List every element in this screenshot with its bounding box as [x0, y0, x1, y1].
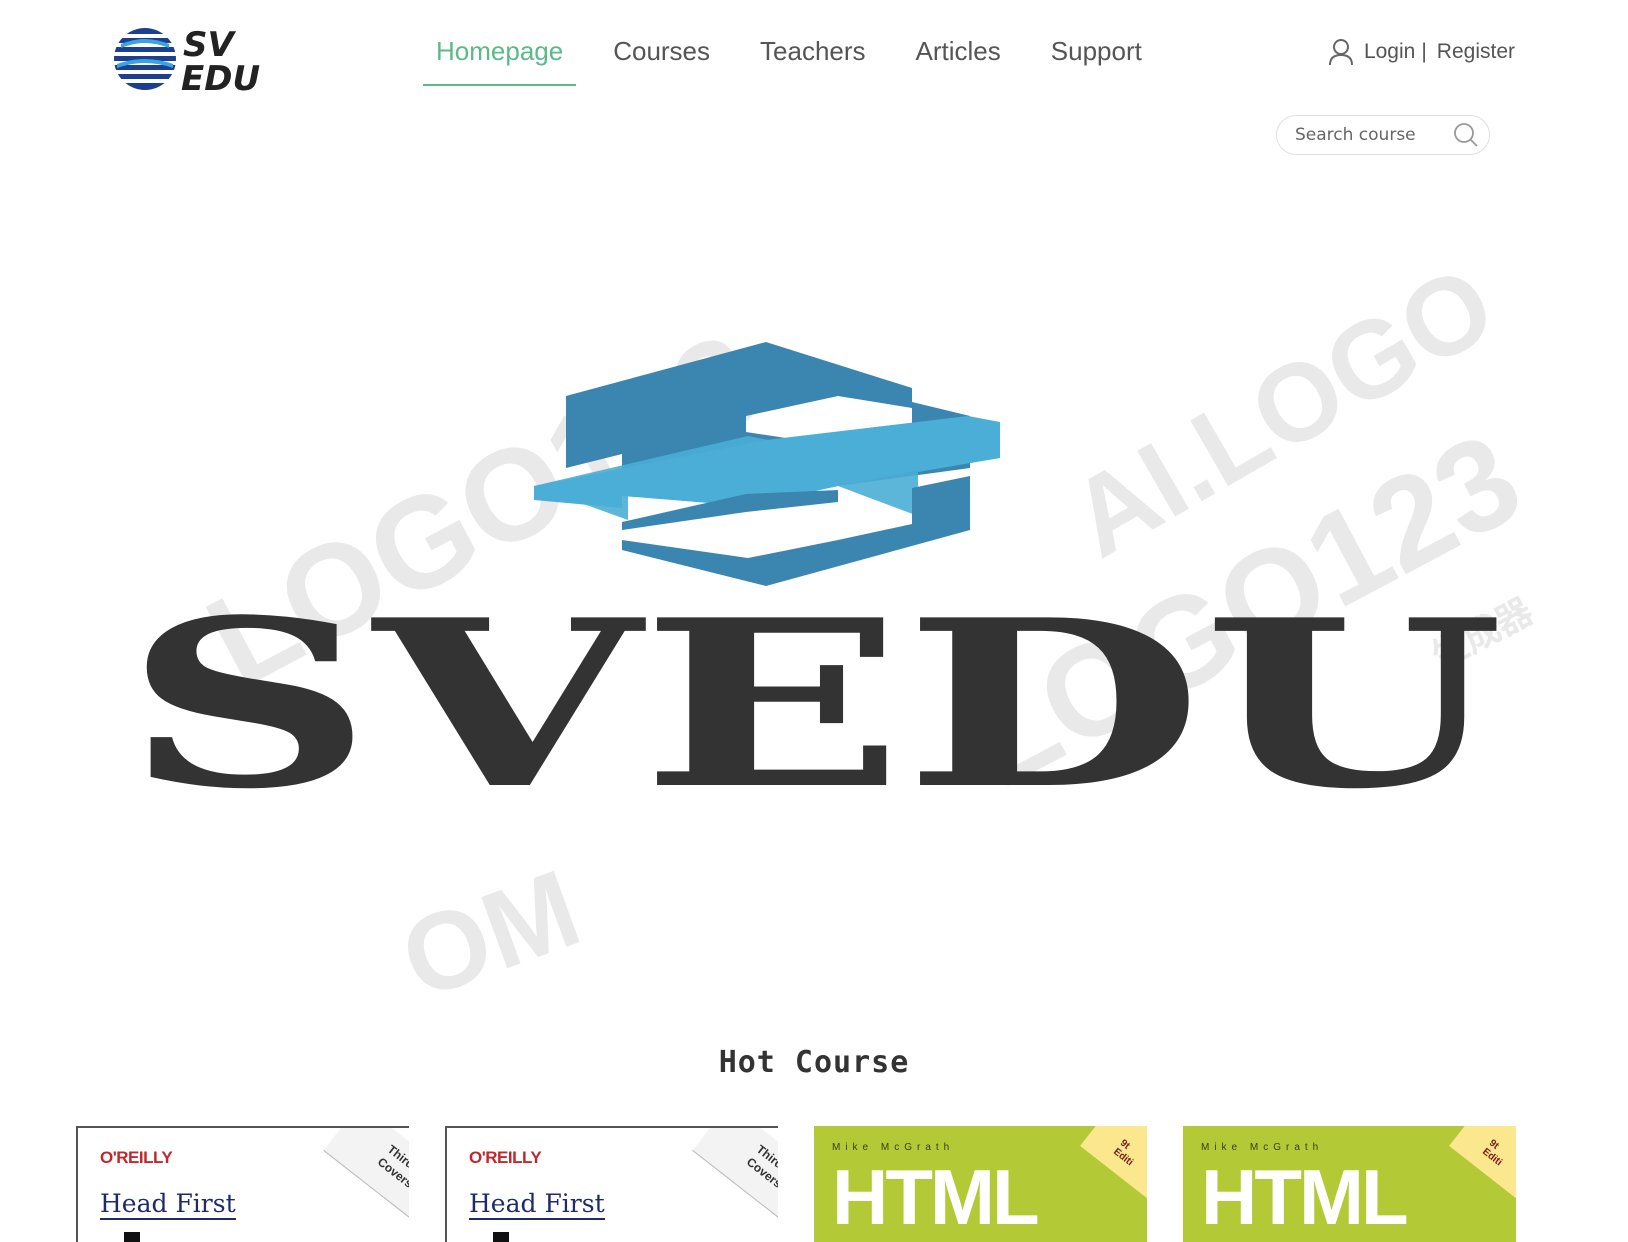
course-edition-label: Third E Covers Jav: [375, 1142, 409, 1191]
nav-teachers[interactable]: Teachers: [747, 30, 879, 86]
globe-icon: [113, 28, 177, 90]
search-icon[interactable]: [1453, 122, 1479, 148]
auth-links: Login | Register: [1328, 38, 1515, 66]
course-card[interactable]: O'REILLY Head First Third E Covers Jav: [445, 1126, 778, 1242]
course-card[interactable]: Mike McGrath HTML 9t Editi: [814, 1126, 1147, 1242]
register-link[interactable]: Register: [1437, 40, 1515, 64]
course-edition-label: Third E Covers Jav: [744, 1142, 778, 1191]
main-nav: Homepage Courses Teachers Articles Suppo…: [423, 30, 1179, 86]
nav-homepage[interactable]: Homepage: [423, 30, 577, 86]
course-title: Head First: [469, 1189, 605, 1220]
course-cover-art: [124, 1232, 140, 1242]
course-card[interactable]: O'REILLY Head First Third E Covers Jav: [76, 1126, 409, 1242]
course-author: Mike McGrath: [832, 1142, 955, 1153]
nav-articles[interactable]: Articles: [903, 30, 1014, 86]
course-edition-label: 9t Editi: [1111, 1137, 1135, 1169]
course-title: Head First: [100, 1189, 236, 1220]
course-edition-corner: Third E Covers Jav: [692, 1128, 778, 1225]
search-input[interactable]: [1295, 125, 1445, 145]
course-title: HTML: [1201, 1153, 1409, 1241]
banner-brand-text: SVEDU: [124, 570, 1504, 840]
course-title: HTML: [832, 1153, 1040, 1241]
nav-support[interactable]: Support: [1038, 30, 1155, 86]
course-cover-art: [493, 1232, 509, 1242]
user-icon: [1328, 39, 1353, 66]
login-link[interactable]: Login: [1364, 40, 1415, 64]
course-publisher: O'REILLY: [469, 1148, 542, 1167]
watermark-om: OM: [386, 846, 595, 998]
course-publisher: O'REILLY: [100, 1148, 173, 1167]
logo-text-line2: EDU: [181, 59, 260, 94]
search-box: [1276, 115, 1490, 155]
hero-banner[interactable]: AI.LOGO LOGO123 LOGO123 生成器 OM SVEDU: [0, 190, 1628, 998]
course-edition-label: 9t Editi: [1480, 1137, 1504, 1169]
course-edition-corner: Third E Covers Jav: [323, 1128, 409, 1225]
section-title-hot-course: Hot Course: [718, 1045, 910, 1080]
auth-separator: |: [1421, 40, 1427, 63]
site-logo[interactable]: SV EDU: [113, 24, 303, 94]
course-edition-corner: 9t Editi: [1080, 1126, 1147, 1202]
course-author: Mike McGrath: [1201, 1142, 1324, 1153]
course-edition-corner: 9t Editi: [1449, 1126, 1516, 1202]
course-list: O'REILLY Head First Third E Covers Jav O…: [76, 1126, 1516, 1242]
nav-courses[interactable]: Courses: [600, 30, 723, 86]
banner-graphic: AI.LOGO LOGO123 LOGO123 生成器 OM SVEDU: [124, 242, 1543, 998]
course-card[interactable]: Mike McGrath HTML 9t Editi: [1183, 1126, 1516, 1242]
